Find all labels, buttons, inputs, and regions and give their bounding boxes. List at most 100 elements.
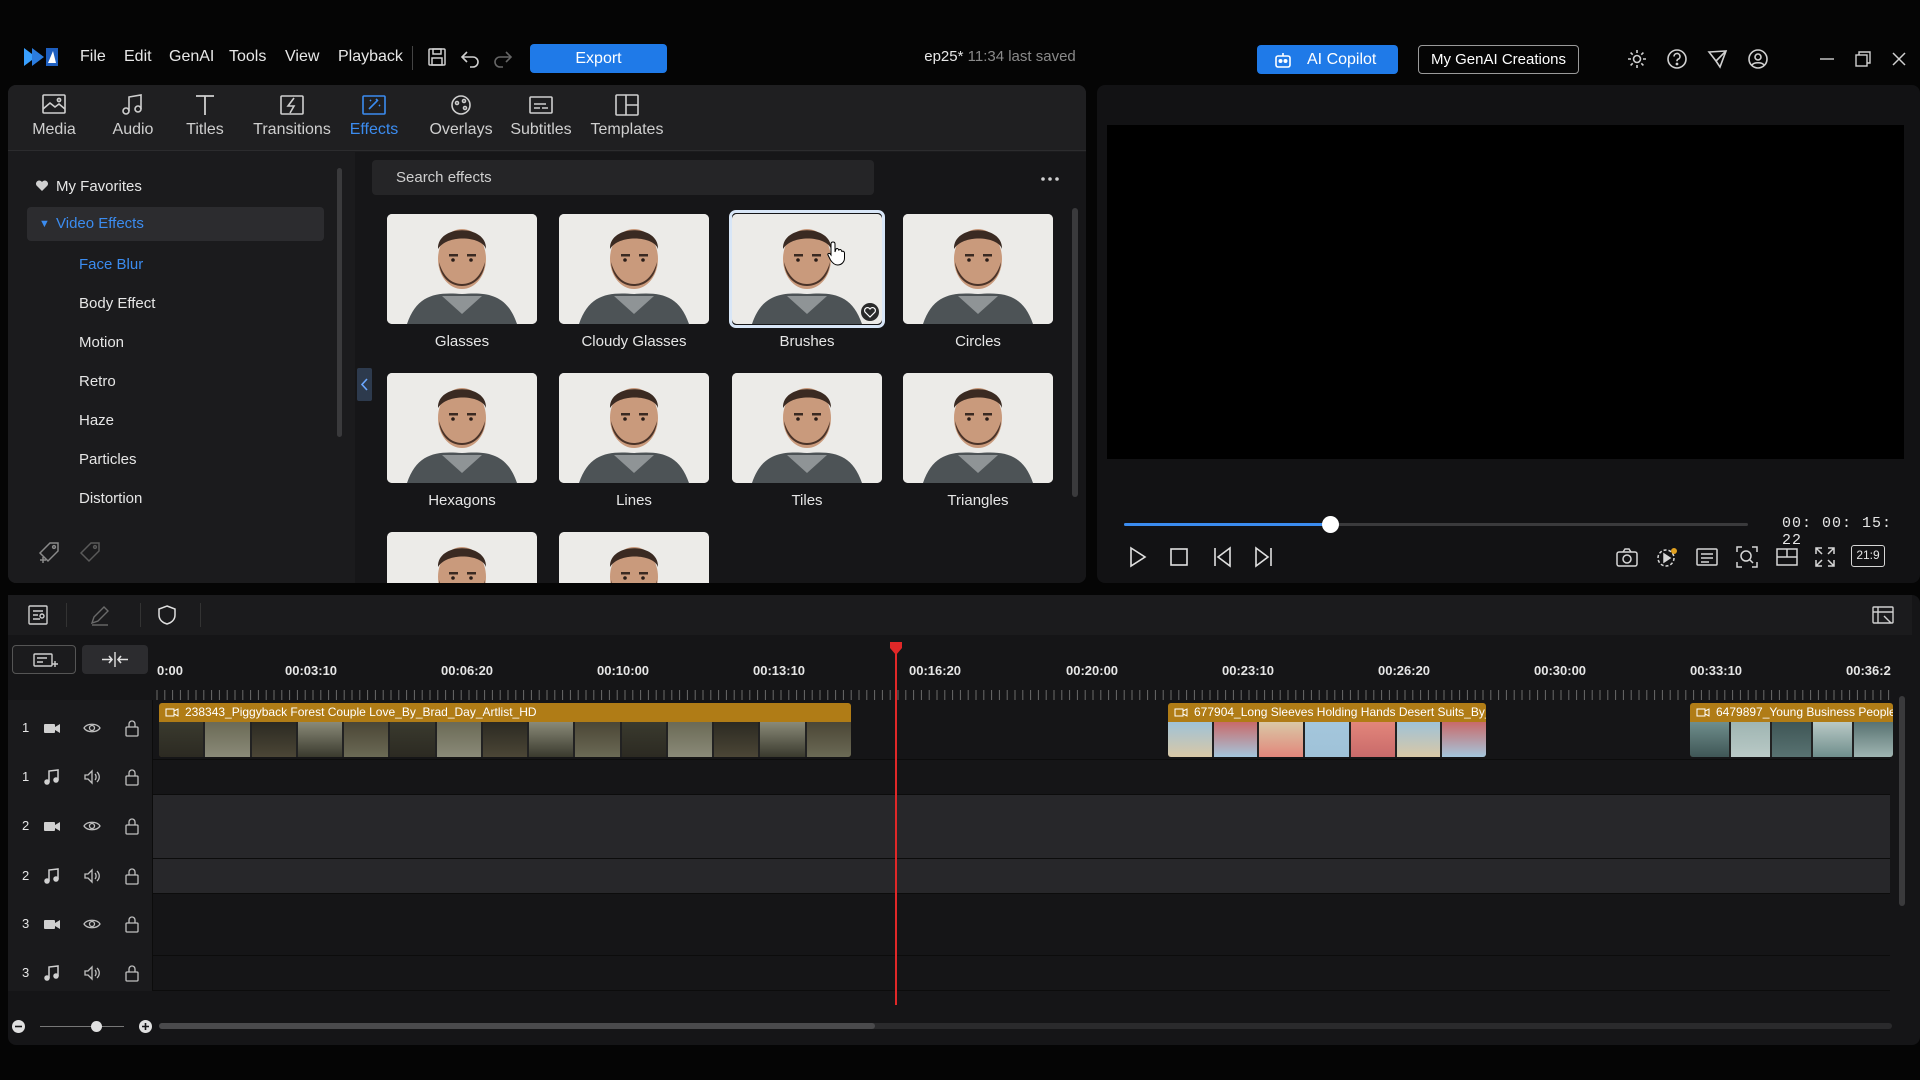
add-track-button[interactable]	[12, 645, 76, 674]
effect-circles[interactable]: Circles	[903, 214, 1053, 350]
zoom-slider-track[interactable]	[40, 1026, 124, 1027]
zoom-out-icon[interactable]	[11, 1019, 26, 1034]
tab-effects[interactable]: Effects	[331, 91, 417, 147]
export-button[interactable]: Export	[530, 44, 667, 73]
effect-brushes[interactable]: Brushes	[732, 214, 882, 350]
eye-icon[interactable]	[82, 816, 102, 836]
redo-icon[interactable]	[492, 46, 516, 68]
eye-icon[interactable]	[82, 914, 102, 934]
stop-icon[interactable]	[1166, 544, 1192, 570]
subtitles-icon	[526, 91, 556, 119]
edit-pen-icon[interactable]	[88, 603, 112, 627]
search-effects-input[interactable]: Search effects	[372, 160, 874, 195]
effect-partial-thumbnail[interactable]	[387, 532, 537, 583]
feedback-icon[interactable]	[1706, 48, 1728, 70]
close-icon[interactable]	[1888, 48, 1910, 70]
timeline-horizontal-scrollbar-thumb[interactable]	[159, 1023, 875, 1029]
video-clip[interactable]: 677904_Long Sleeves Holding Hands Desert…	[1168, 703, 1486, 757]
lock-icon[interactable]	[122, 767, 142, 787]
tab-titles[interactable]: Titles	[162, 91, 248, 147]
save-icon[interactable]	[426, 46, 450, 68]
effect-hexagons[interactable]: Hexagons	[387, 373, 537, 509]
tab-transitions[interactable]: Transitions	[249, 91, 335, 147]
collapse-panel-button[interactable]	[357, 368, 372, 401]
restore-icon[interactable]	[1852, 48, 1874, 70]
category-video-effects[interactable]: ▼ Video Effects	[27, 207, 324, 241]
account-icon[interactable]	[1747, 48, 1769, 70]
menu-playback[interactable]: Playback	[338, 48, 403, 66]
favorite-heart-icon[interactable]	[861, 303, 879, 321]
menu-edit[interactable]: Edit	[124, 48, 152, 66]
category-scrollbar[interactable]	[337, 168, 342, 437]
lock-icon[interactable]	[122, 866, 142, 886]
effect-tiles[interactable]: Tiles	[732, 373, 882, 509]
menu-tools[interactable]: Tools	[229, 48, 266, 66]
category-distortion[interactable]: Distortion	[79, 490, 142, 507]
more-options-icon[interactable]	[1039, 172, 1061, 186]
effect-lines[interactable]: Lines	[559, 373, 709, 509]
project-name: ep25*	[924, 48, 964, 65]
help-icon[interactable]	[1666, 48, 1688, 70]
zoom-slider-knob[interactable]	[91, 1021, 102, 1032]
speaker-icon[interactable]	[82, 767, 102, 787]
lock-icon[interactable]	[122, 963, 142, 983]
video-clip[interactable]: 238343_Piggyback Forest Couple Love_By_B…	[159, 703, 851, 757]
preview-seek-track[interactable]	[1124, 516, 1748, 533]
effect-cloudy-glasses[interactable]: Cloudy Glasses	[559, 214, 709, 350]
marker-shield-icon[interactable]	[155, 603, 179, 627]
category-face-blur[interactable]: Face Blur	[79, 256, 143, 273]
playhead-handle[interactable]	[888, 640, 904, 656]
video-clip[interactable]: 6479897_Young Business People	[1690, 703, 1893, 757]
category-haze[interactable]: Haze	[79, 412, 114, 429]
category-particles[interactable]: Particles	[79, 451, 137, 468]
aspect-ratio-button[interactable]: 21:9	[1851, 545, 1885, 567]
next-frame-icon[interactable]	[1250, 544, 1276, 570]
zoom-in-icon[interactable]	[138, 1019, 153, 1034]
tab-overlays[interactable]: Overlays	[418, 91, 504, 147]
tab-media[interactable]: Media	[11, 91, 97, 147]
effect-triangles[interactable]: Triangles	[903, 373, 1053, 509]
ai-copilot-button[interactable]: AI Copilot	[1257, 45, 1398, 74]
tab-subtitles[interactable]: Subtitles	[498, 91, 584, 147]
markers-list-icon[interactable]	[1694, 544, 1720, 570]
effect-partial-thumbnail[interactable]	[559, 532, 709, 583]
timeline-settings-icon[interactable]	[1870, 602, 1896, 628]
playhead-line[interactable]	[895, 650, 897, 1005]
remove-tag-icon[interactable]	[78, 540, 104, 564]
category-body-effect[interactable]: Body Effect	[79, 295, 155, 312]
timeline-ruler[interactable]	[153, 650, 1893, 702]
lock-icon[interactable]	[122, 914, 142, 934]
mouse-cursor-icon	[826, 240, 848, 266]
settings-icon[interactable]	[1626, 48, 1648, 70]
snapshot-camera-icon[interactable]	[1614, 544, 1640, 570]
category-my-favorites[interactable]: My Favorites	[56, 178, 142, 195]
track-manager-icon[interactable]	[26, 603, 50, 627]
effects-scrollbar[interactable]	[1072, 208, 1078, 497]
zoom-preview-icon[interactable]	[1734, 544, 1760, 570]
menu-view[interactable]: View	[285, 48, 319, 66]
preview-seek-knob[interactable]	[1321, 516, 1339, 533]
lock-icon[interactable]	[122, 718, 142, 738]
playback-quality-icon[interactable]	[1654, 544, 1680, 570]
timeline-horizontal-scrollbar-track[interactable]	[159, 1023, 1892, 1029]
tab-templates[interactable]: Templates	[584, 91, 670, 147]
play-icon[interactable]	[1124, 544, 1150, 570]
add-tag-icon[interactable]	[37, 540, 63, 564]
layout-split-icon[interactable]	[1774, 544, 1800, 570]
category-retro[interactable]: Retro	[79, 373, 116, 390]
fit-timeline-button[interactable]	[82, 645, 148, 674]
genai-creations-button[interactable]: My GenAI Creations	[1418, 45, 1579, 74]
menu-genai[interactable]: GenAI	[169, 48, 214, 66]
category-motion[interactable]: Motion	[79, 334, 124, 351]
speaker-icon[interactable]	[82, 963, 102, 983]
eye-icon[interactable]	[82, 718, 102, 738]
minimize-icon[interactable]	[1816, 48, 1838, 70]
effect-glasses[interactable]: Glasses	[387, 214, 537, 350]
fullscreen-icon[interactable]	[1812, 544, 1838, 570]
lock-icon[interactable]	[122, 816, 142, 836]
previous-frame-icon[interactable]	[1210, 544, 1236, 570]
speaker-icon[interactable]	[82, 866, 102, 886]
timeline-vertical-scrollbar[interactable]	[1899, 696, 1905, 906]
undo-icon[interactable]	[459, 46, 483, 68]
menu-file[interactable]: File	[80, 48, 106, 66]
